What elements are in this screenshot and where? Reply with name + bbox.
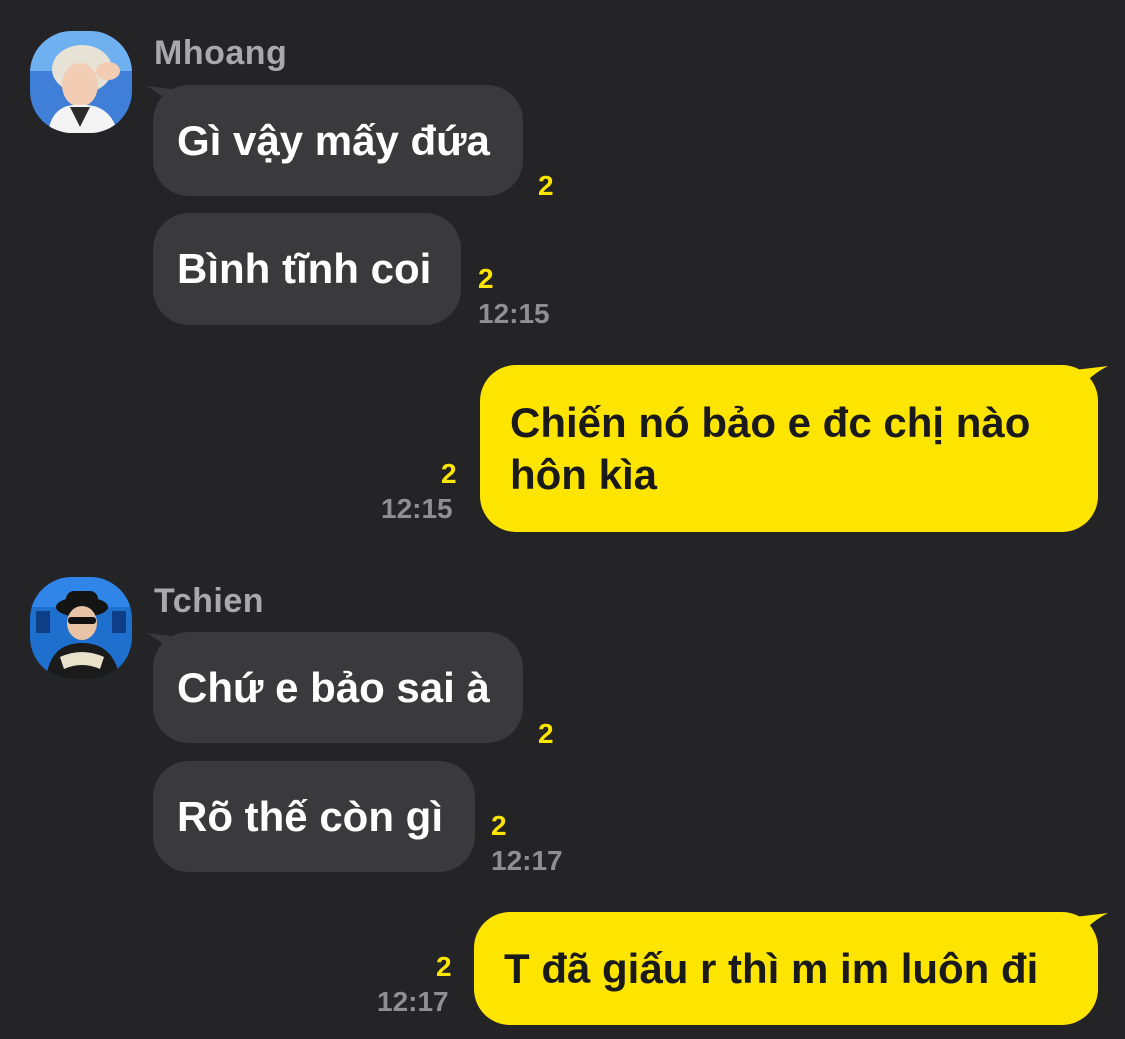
timestamp: 12:15 <box>381 493 453 524</box>
unread-count: 2 <box>538 170 554 201</box>
message-text-line: Chiến nó bảo e đc chị nào <box>510 398 1031 446</box>
unread-count: 2 <box>491 810 507 841</box>
timestamp: 12:17 <box>491 845 563 876</box>
outgoing-message-bubble[interactable]: T đã giấu r thì m im luôn đi <box>474 912 1098 1025</box>
timestamp: 12:15 <box>478 298 550 329</box>
sender-name: Tchien <box>154 582 265 620</box>
chat-message-list[interactable]: Mhoang Gì vậy mấy đứa 2 Bình tĩnh coi 2 … <box>0 0 1125 1039</box>
unread-count: 2 <box>441 458 457 489</box>
outgoing-message-bubble[interactable]: Chiến nó bảo e đc chị nào hôn kìa <box>480 365 1098 532</box>
message-text: Chứ e bảo sai à <box>177 663 490 711</box>
message-text: Bình tĩnh coi <box>177 245 432 292</box>
incoming-message-bubble[interactable]: Gì vậy mấy đứa <box>153 85 523 196</box>
message-text: T đã giấu r thì m im luôn đi <box>504 944 1039 992</box>
unread-count: 2 <box>538 718 554 749</box>
timestamp: 12:17 <box>377 986 449 1017</box>
avatar-tchien[interactable] <box>30 577 132 679</box>
message-text: Rõ thế còn gì <box>177 792 443 840</box>
user-avatar-photo-icon <box>30 577 132 679</box>
unread-count: 2 <box>478 263 494 294</box>
incoming-message-bubble[interactable]: Chứ e bảo sai à <box>153 632 523 743</box>
user-avatar-photo-icon <box>30 31 132 133</box>
unread-count: 2 <box>436 951 452 982</box>
avatar-mhoang[interactable] <box>30 31 132 133</box>
sender-name: Mhoang <box>154 34 288 72</box>
message-text-line: hôn kìa <box>510 450 658 498</box>
incoming-message-bubble[interactable]: Rõ thế còn gì <box>153 761 475 872</box>
message-text: Gì vậy mấy đứa <box>177 116 490 164</box>
incoming-message-bubble[interactable]: Bình tĩnh coi <box>153 213 461 325</box>
